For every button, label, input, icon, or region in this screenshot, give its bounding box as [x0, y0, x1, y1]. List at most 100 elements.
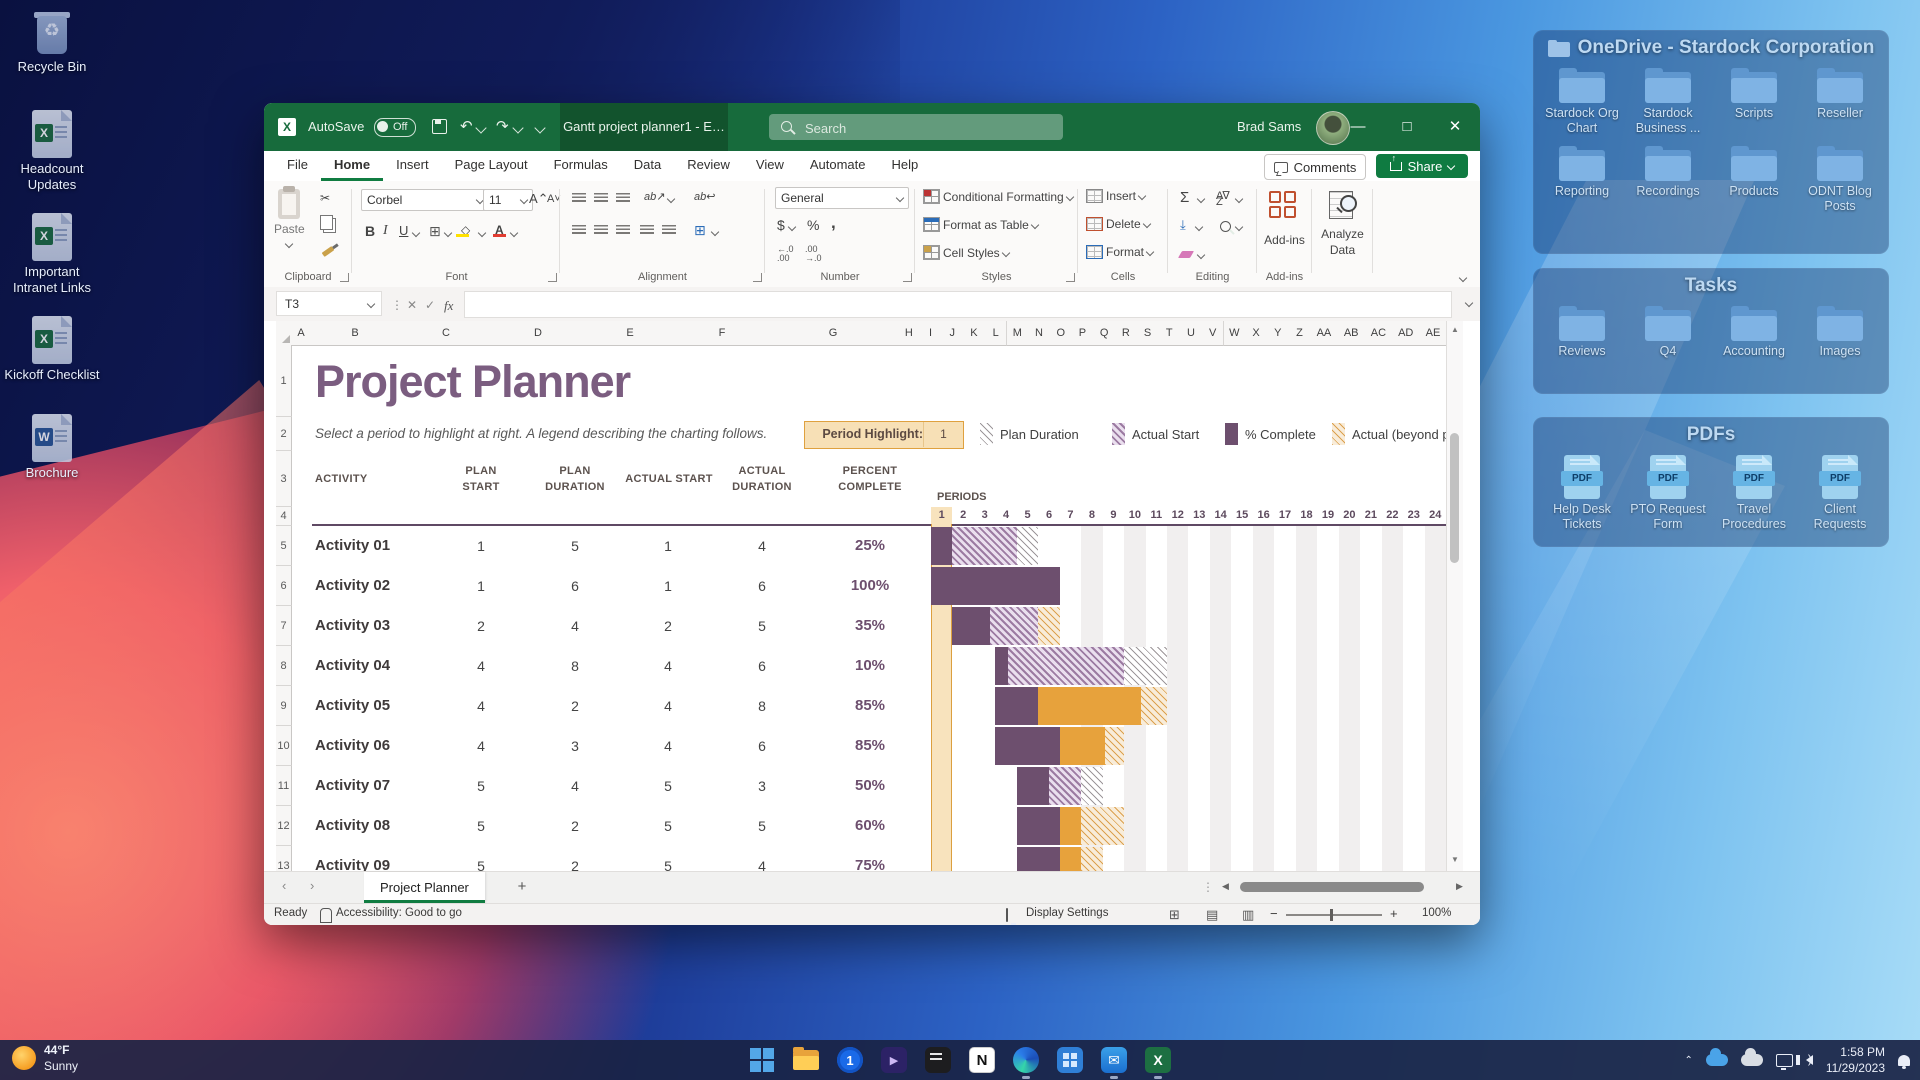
- collapse-ribbon-icon[interactable]: [1459, 274, 1467, 282]
- increase-indent-icon[interactable]: [662, 225, 676, 234]
- column-header-I[interactable]: I: [920, 321, 943, 346]
- align-right-icon[interactable]: [616, 225, 630, 234]
- row-header-2[interactable]: 2: [276, 417, 292, 451]
- hscroll-right-icon[interactable]: ▶: [1456, 881, 1463, 892]
- merge-center-button[interactable]: ⊞: [694, 222, 706, 239]
- edge-taskbar-icon[interactable]: [1013, 1047, 1039, 1073]
- tab-data[interactable]: Data: [621, 151, 674, 181]
- borders-dropdown-icon[interactable]: [444, 229, 452, 237]
- fence-item-stardock-org-chart[interactable]: Stardock Org Chart: [1539, 68, 1625, 136]
- analyze-data-button[interactable]: [1327, 189, 1357, 219]
- cancel-entry-icon[interactable]: ✕: [407, 298, 417, 312]
- start-taskbar-icon[interactable]: [749, 1047, 775, 1073]
- column-header-T[interactable]: T: [1158, 321, 1181, 346]
- onepassword-taskbar-icon[interactable]: 1: [837, 1047, 863, 1073]
- sheet-prev-icon[interactable]: ‹: [282, 878, 286, 893]
- fence-item-help-desk-tickets[interactable]: PDFHelp Desk Tickets: [1539, 455, 1625, 532]
- comma-style-button[interactable]: ,: [831, 213, 836, 233]
- formula-input[interactable]: [464, 291, 1452, 318]
- tray-overflow-icon[interactable]: ⌃: [1684, 1055, 1692, 1066]
- decrease-decimal-button[interactable]: .00→.0: [805, 245, 822, 263]
- vertical-scrollbar[interactable]: ▲▼: [1446, 321, 1463, 871]
- underline-button[interactable]: U: [399, 223, 408, 238]
- row-header-11[interactable]: 11: [276, 766, 292, 806]
- horizontal-scrollbar[interactable]: [1236, 880, 1450, 894]
- fence-item-reseller[interactable]: Reseller: [1797, 68, 1883, 136]
- expand-formula-bar-icon[interactable]: [1465, 299, 1473, 307]
- align-left-icon[interactable]: [572, 225, 586, 234]
- volume-icon[interactable]: [1806, 1055, 1813, 1065]
- search-input[interactable]: [803, 114, 1057, 142]
- column-header-R[interactable]: R: [1115, 321, 1138, 346]
- fence-item-reporting[interactable]: Reporting: [1539, 146, 1625, 214]
- orientation-dropdown-icon[interactable]: [667, 195, 675, 203]
- underline-dropdown-icon[interactable]: [412, 229, 420, 237]
- column-header-V[interactable]: V: [1202, 321, 1225, 346]
- sheet-tab[interactable]: Project Planner: [364, 872, 485, 903]
- column-header-N[interactable]: N: [1028, 321, 1051, 346]
- zoom-in-icon[interactable]: +: [1390, 906, 1398, 921]
- row-header-4[interactable]: 4: [276, 507, 292, 526]
- clear-dropdown-icon[interactable]: [1197, 251, 1205, 259]
- fence-item-stardock-business[interactable]: Stardock Business ...: [1625, 68, 1711, 136]
- tab-automate[interactable]: Automate: [797, 151, 879, 181]
- clipchamp-taskbar-icon[interactable]: ▶: [881, 1047, 907, 1073]
- sort-filter-dropdown-icon[interactable]: [1235, 195, 1243, 203]
- column-header-X[interactable]: X: [1245, 321, 1268, 346]
- maximize-button[interactable]: □: [1384, 103, 1430, 151]
- conditional-formatting-button[interactable]: Conditional Formatting: [923, 189, 1073, 204]
- tab-home[interactable]: Home: [321, 151, 383, 181]
- mail-taskbar-icon[interactable]: ✉: [1101, 1047, 1127, 1073]
- desktop-icon-recycle-bin[interactable]: ♻Recycle Bin: [4, 8, 100, 75]
- select-all-corner[interactable]: [276, 321, 293, 346]
- format-cells-button[interactable]: Format: [1086, 245, 1153, 259]
- column-header-B[interactable]: B: [310, 321, 401, 346]
- tab-view[interactable]: View: [743, 151, 797, 181]
- tab-insert[interactable]: Insert: [383, 151, 442, 181]
- column-header-AC[interactable]: AC: [1365, 321, 1393, 346]
- fence-item-accounting[interactable]: Accounting: [1711, 306, 1797, 359]
- autosave-toggle[interactable]: Off: [374, 118, 416, 137]
- font-color-button[interactable]: A: [495, 223, 506, 237]
- comments-button[interactable]: Comments: [1264, 154, 1366, 180]
- font-name-select[interactable]: Corbel: [361, 189, 489, 211]
- fill-button[interactable]: ⤓: [1180, 217, 1186, 233]
- file-explorer-taskbar-icon[interactable]: [793, 1047, 819, 1073]
- user-name[interactable]: Brad Sams: [1237, 119, 1301, 134]
- fence-item-travel-procedures[interactable]: PDFTravel Procedures: [1711, 455, 1797, 532]
- grow-font-button[interactable]: A⌃: [529, 191, 549, 207]
- desktop-icon-important-intranet-links[interactable]: XImportant Intranet Links: [4, 213, 100, 295]
- fence-item-q4[interactable]: Q4: [1625, 306, 1711, 359]
- notifications-icon[interactable]: [1898, 1055, 1910, 1066]
- paste-button[interactable]: Paste: [274, 189, 305, 250]
- fence-item-odnt-blog-posts[interactable]: ODNT Blog Posts: [1797, 146, 1883, 214]
- align-middle-icon[interactable]: [594, 193, 608, 202]
- desktop-icon-brochure[interactable]: WBrochure: [4, 414, 100, 481]
- cut-button[interactable]: ✂: [320, 191, 330, 205]
- undo-icon[interactable]: ↶: [460, 117, 473, 135]
- cell-styles-button[interactable]: Cell Styles: [923, 245, 1009, 260]
- row-header-5[interactable]: 5: [276, 526, 292, 566]
- page-layout-view-icon[interactable]: ▤: [1206, 907, 1218, 923]
- format-as-table-button[interactable]: Format as Table: [923, 217, 1038, 232]
- paste-dropdown-icon[interactable]: [285, 240, 293, 248]
- fill-dropdown-icon[interactable]: [1195, 223, 1203, 231]
- column-header-D[interactable]: D: [492, 321, 585, 346]
- search-box[interactable]: [769, 114, 1063, 140]
- delete-cells-button[interactable]: Delete: [1086, 217, 1150, 231]
- quick-access-menu-icon[interactable]: [534, 122, 545, 133]
- column-header-AE[interactable]: AE: [1419, 321, 1447, 346]
- bold-button[interactable]: B: [365, 223, 375, 239]
- find-select-icon[interactable]: [1220, 221, 1231, 232]
- close-button[interactable]: ✕: [1432, 103, 1478, 151]
- fill-color-button[interactable]: ◇: [461, 223, 470, 237]
- copy-button[interactable]: [320, 215, 333, 233]
- fence-item-images[interactable]: Images: [1797, 306, 1883, 359]
- fences-taskbar-icon[interactable]: [925, 1047, 951, 1073]
- orientation-button[interactable]: ab↗: [644, 190, 665, 203]
- fence-item-client-requests[interactable]: PDFClient Requests: [1797, 455, 1883, 532]
- column-header-E[interactable]: E: [584, 321, 677, 346]
- zoom-slider-thumb[interactable]: [1330, 909, 1333, 921]
- share-button[interactable]: Share: [1376, 154, 1468, 178]
- normal-view-icon[interactable]: ⊞: [1169, 907, 1180, 923]
